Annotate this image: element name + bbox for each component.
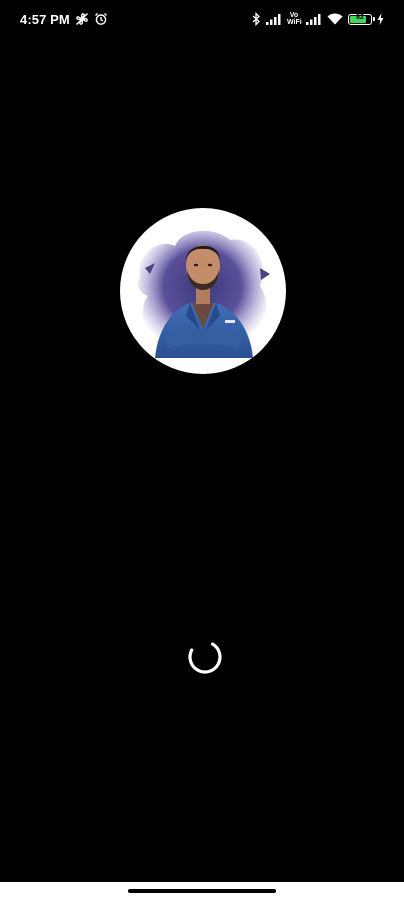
bluetooth-icon [252, 12, 261, 26]
status-left: 4:57 PM [20, 10, 108, 28]
charging-icon [377, 13, 384, 25]
profile-avatar [120, 208, 286, 374]
volte-icon: Vo WiFi [287, 12, 302, 26]
battery-level-text: 82 [356, 13, 364, 21]
battery-icon: 82 [348, 13, 375, 25]
wifi-icon [327, 13, 343, 25]
loading-spinner-icon [186, 638, 224, 676]
volte-label-bottom: WiFi [287, 19, 302, 26]
splash-screen: 4:57 PM Vo WiFi 82 [0, 0, 404, 900]
status-time: 4:57 PM [20, 11, 70, 27]
home-indicator[interactable] [128, 889, 276, 893]
alarm-icon [94, 12, 108, 26]
volte-label-top: Vo [289, 12, 299, 19]
fan-icon [75, 12, 89, 26]
battery-cap [373, 17, 375, 21]
signal-icon [306, 13, 322, 25]
status-right: Vo WiFi 82 [252, 10, 384, 28]
signal-icon [266, 13, 282, 25]
status-bar: 4:57 PM Vo WiFi 82 [0, 0, 404, 38]
